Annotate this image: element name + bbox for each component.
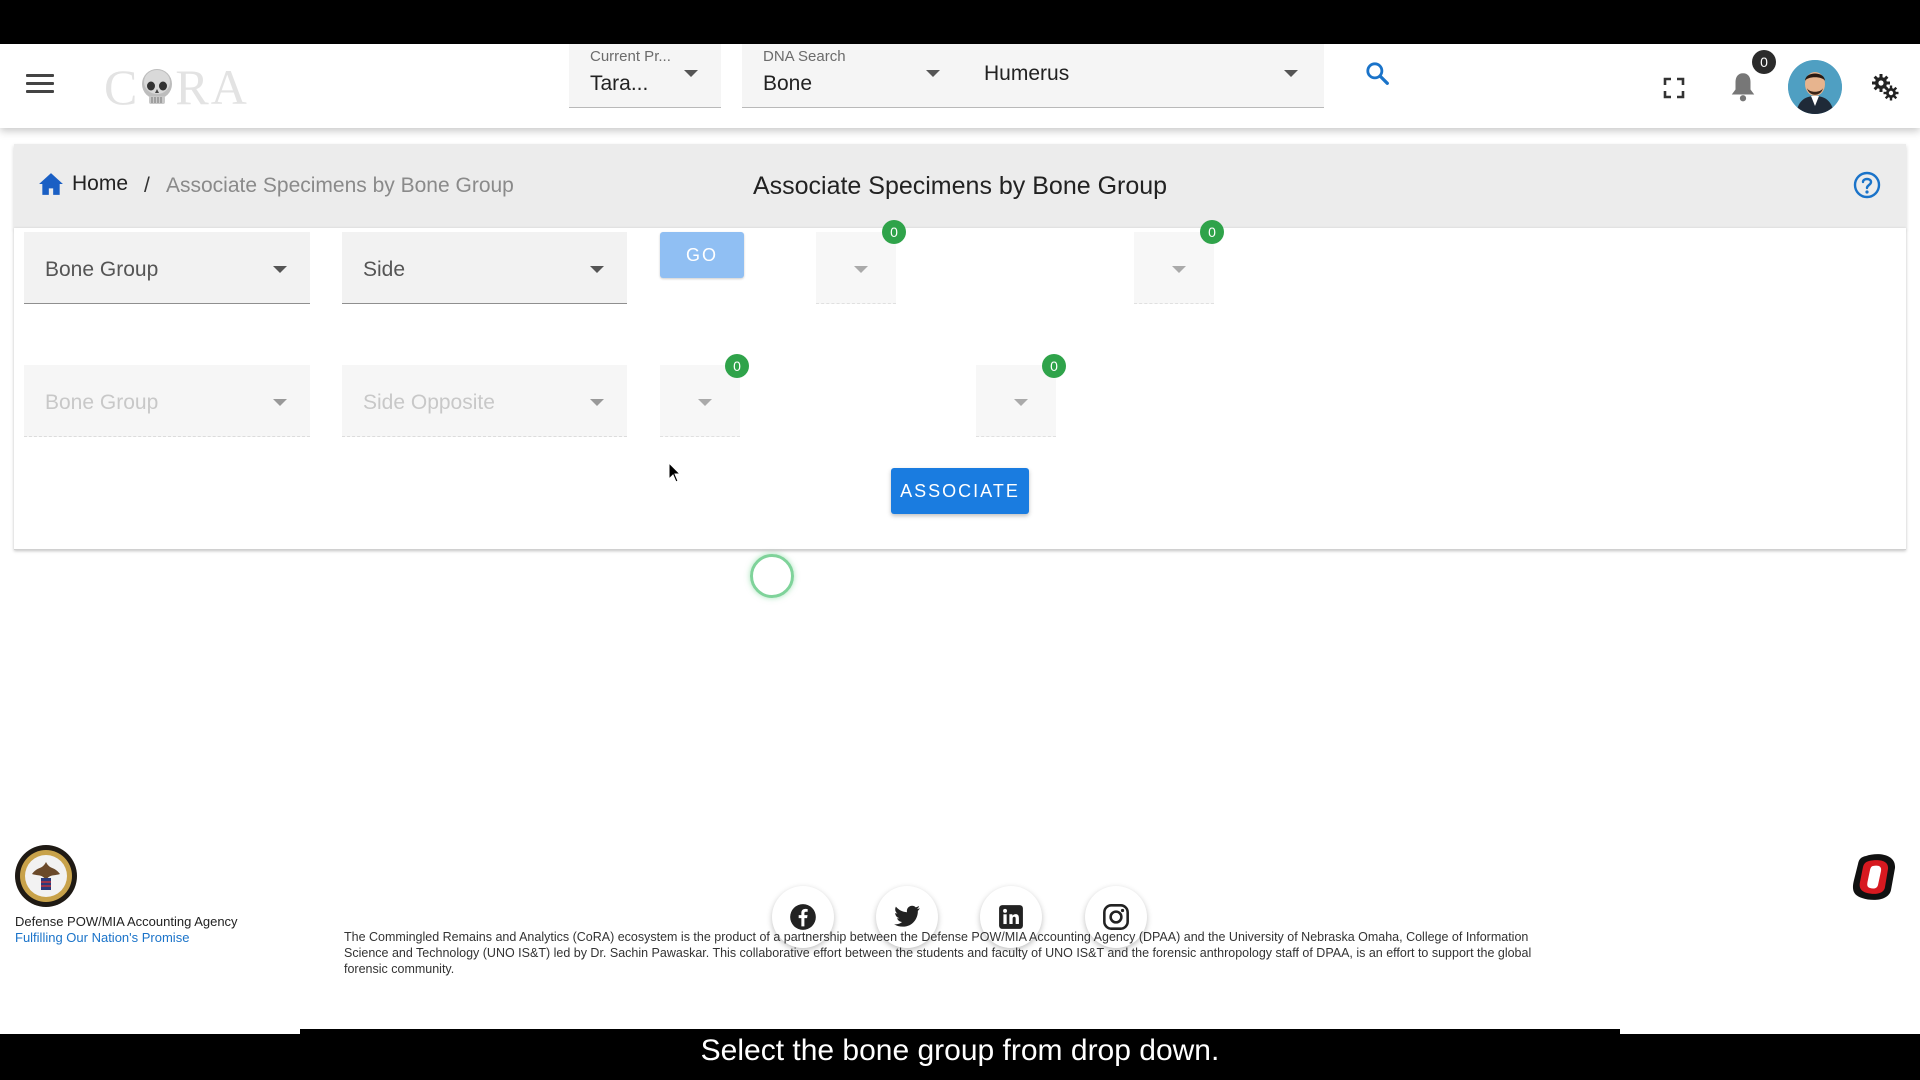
chevron-down-icon	[684, 70, 698, 77]
specimen-select-a[interactable]	[816, 232, 896, 304]
skull-icon	[142, 69, 173, 104]
linkedin-icon	[999, 905, 1023, 929]
chevron-down-icon	[590, 266, 604, 273]
chevron-down-icon	[1172, 266, 1186, 273]
chevron-down-icon	[854, 266, 868, 273]
current-project-value: Tara...	[590, 72, 649, 95]
mouse-cursor-icon	[668, 462, 682, 483]
letterbox-top	[0, 0, 1920, 44]
chevron-down-icon	[590, 399, 604, 406]
avatar[interactable]	[1788, 60, 1842, 114]
side-opposite-placeholder: Side Opposite	[363, 391, 495, 414]
dna-search-label: DNA Search	[763, 48, 846, 65]
chevron-down-icon	[698, 399, 712, 406]
bone-group-placeholder: Bone Group	[45, 391, 159, 414]
notification-count-badge: 0	[1752, 50, 1776, 74]
instagram-icon	[1103, 904, 1129, 930]
notifications-button[interactable]	[1728, 70, 1758, 104]
bone-group-select-disabled: Bone Group	[24, 365, 310, 437]
uno-logo-icon	[1852, 854, 1896, 900]
settings-icon[interactable]	[1870, 72, 1900, 102]
associate-form-card: Bone Group Side GO 0 0 Bone Group Side O…	[14, 220, 1906, 550]
footer-description: The Commingled Remains and Analytics (Co…	[344, 930, 1532, 976]
cora-logo[interactable]: C RA	[104, 59, 249, 115]
help-icon[interactable]	[1852, 170, 1882, 200]
app-screen: C RA Current Pr... Tara... DNA Search Bo…	[0, 44, 1920, 1034]
side-select[interactable]: Side	[342, 232, 627, 304]
chevron-down-icon	[273, 266, 287, 273]
app-bar: C RA Current Pr... Tara... DNA Search Bo…	[0, 44, 1920, 128]
bone-group-select[interactable]: Bone Group	[24, 232, 310, 304]
page-title: Associate Specimens by Bone Group	[752, 172, 1168, 200]
footer-tagline-link[interactable]: Fulfilling Our Nation's Promise	[15, 930, 189, 945]
specimen-select-b[interactable]	[1134, 232, 1214, 304]
element-value: Humerus	[984, 62, 1070, 85]
bone-group-placeholder: Bone Group	[45, 258, 159, 281]
breadcrumb: Home / Associate Specimens by Bone Group…	[14, 144, 1906, 228]
element-select[interactable]: Humerus	[963, 44, 1324, 108]
footer-agency-name: Defense POW/MIA Accounting Agency	[15, 914, 238, 929]
side-placeholder: Side	[363, 258, 406, 281]
user-avatar-icon	[1788, 60, 1842, 114]
facebook-icon	[790, 904, 816, 930]
specimen-select-d[interactable]	[976, 365, 1056, 437]
count-badge: 0	[882, 220, 906, 244]
fullscreen-icon[interactable]	[1662, 76, 1686, 100]
search-icon[interactable]	[1364, 60, 1390, 86]
chevron-down-icon	[1284, 70, 1298, 77]
chevron-down-icon	[926, 70, 940, 77]
dna-search-value: Bone	[763, 72, 813, 95]
count-badge: 0	[725, 354, 749, 378]
chevron-down-icon	[273, 399, 287, 406]
go-button[interactable]: GO	[660, 232, 744, 278]
current-project-label: Current Pr...	[590, 48, 671, 65]
tutorial-caption: Select the bone group from drop down.	[700, 1034, 1220, 1067]
menu-icon[interactable]	[26, 74, 54, 98]
associate-button[interactable]: ASSOCIATE	[891, 468, 1029, 514]
count-badge: 0	[1200, 220, 1224, 244]
current-project-select[interactable]: Current Pr... Tara...	[569, 44, 721, 108]
loading-spinner	[750, 554, 794, 598]
dpaa-seal-icon	[15, 845, 77, 907]
twitter-icon	[894, 905, 920, 927]
chevron-down-icon	[1014, 399, 1028, 406]
bell-icon	[1731, 73, 1755, 102]
side-opposite-select: Side Opposite	[342, 365, 627, 437]
count-badge: 0	[1042, 354, 1066, 378]
specimen-select-c[interactable]	[660, 365, 740, 437]
